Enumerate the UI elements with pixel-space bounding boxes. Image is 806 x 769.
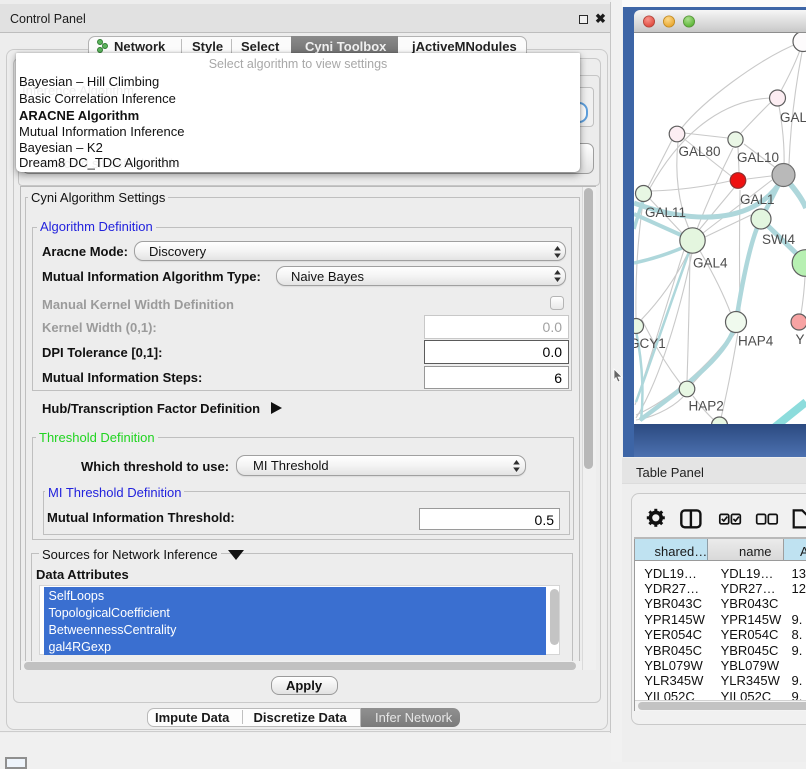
svg-text:GAL1: GAL1 bbox=[740, 192, 775, 207]
svg-text:GAL80: GAL80 bbox=[679, 144, 721, 159]
svg-text:GAL2: GAL2 bbox=[780, 110, 806, 125]
svg-text:Y: Y bbox=[796, 332, 805, 347]
svg-text:HAP4: HAP4 bbox=[738, 334, 774, 349]
svg-text:HAP2: HAP2 bbox=[689, 399, 724, 414]
svg-text:GAL11: GAL11 bbox=[645, 205, 686, 220]
svg-text:SWI4: SWI4 bbox=[762, 232, 795, 247]
svg-text:GCY1: GCY1 bbox=[634, 336, 666, 351]
svg-text:GAL10: GAL10 bbox=[737, 150, 779, 165]
svg-text:GAL4: GAL4 bbox=[693, 256, 728, 271]
